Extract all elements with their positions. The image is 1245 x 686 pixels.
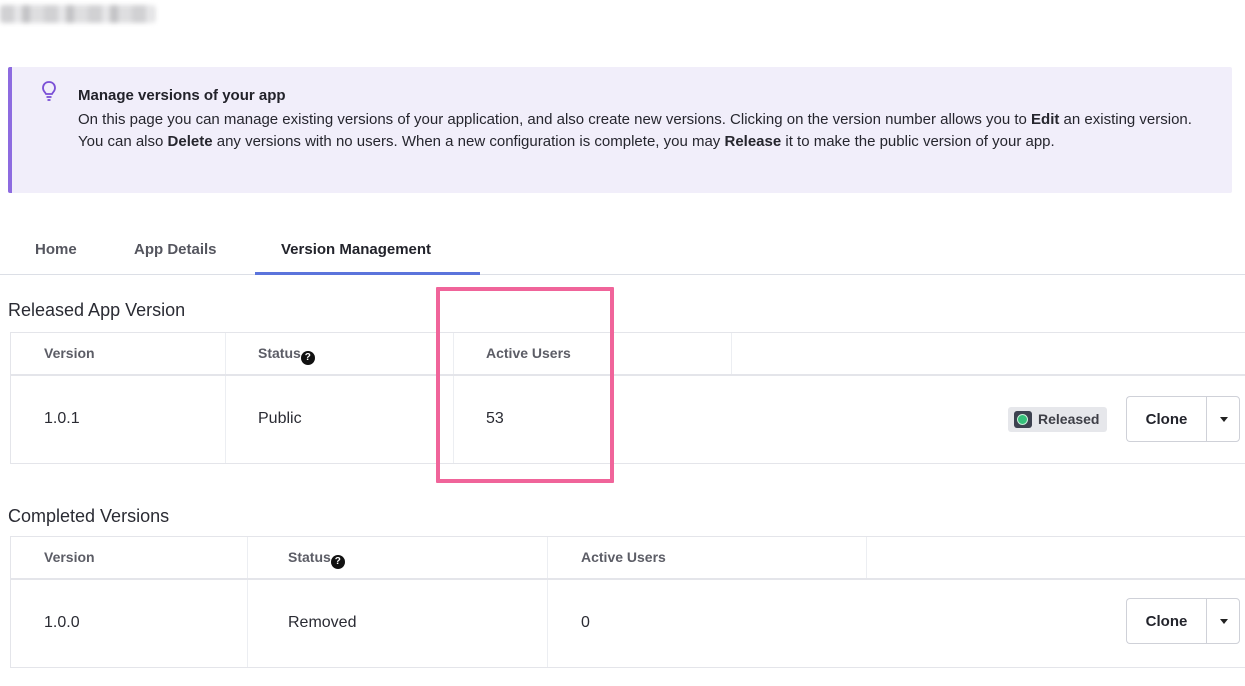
clone-button[interactable]: Clone [1126,598,1206,644]
info-banner: Manage versions of your app On this page… [8,67,1232,193]
banner-bold-edit: Edit [1031,111,1060,128]
lightbulb-icon [42,81,56,101]
app-title-redacted [0,5,155,23]
status-value: Public [258,410,302,427]
released-section-title: Released App Version [8,300,186,320]
banner-bold-release: Release [724,133,782,150]
clone-button-group: Clone [1126,396,1240,442]
table-header: Version Status? Active Users [11,536,1245,580]
help-icon[interactable]: ? [330,555,345,569]
caret-down-icon [1220,619,1228,624]
clone-button[interactable]: Clone [1126,396,1206,442]
status-dot-icon [1014,411,1032,428]
released-versions-table: Version Status? Active Users 1.0.1 Publi… [10,332,1245,464]
active-users-value: 0 [581,614,590,631]
column-header-version: Version [44,345,95,361]
clone-dropdown-toggle[interactable] [1206,598,1240,644]
tab-home[interactable]: Home [35,241,77,258]
help-icon[interactable]: ? [300,351,315,365]
version-number-link[interactable]: 1.0.0 [44,614,80,632]
caret-down-icon [1220,417,1228,422]
column-header-version: Version [44,549,95,565]
column-header-active-users: Active Users [581,549,666,565]
clone-button-group: Clone [1126,598,1240,644]
version-number-link[interactable]: 1.0.1 [44,410,80,428]
active-users-value: 53 [486,410,504,427]
clone-dropdown-toggle[interactable] [1206,396,1240,442]
active-tab-indicator [255,272,480,275]
banner-description: On this page you can manage existing ver… [78,111,1192,150]
status-value: Removed [288,614,357,631]
completed-section-title: Completed Versions [8,506,170,526]
banner-title: Manage versions of your app [78,87,286,104]
column-header-active-users: Active Users [486,345,571,361]
table-row: 1.0.0 Removed 0 Clone [11,580,1245,668]
column-header-status: Status? [288,549,345,569]
table-row: 1.0.1 Public 53 Released Clone [11,376,1245,464]
column-header-status: Status? [258,345,315,365]
banner-bold-delete: Delete [167,133,213,150]
tab-app-details[interactable]: App Details [134,241,217,258]
completed-versions-table: Version Status? Active Users 1.0.0 Remov… [10,536,1245,668]
tab-version-management[interactable]: Version Management [281,241,431,258]
released-badge: Released [1008,407,1108,432]
tab-bar: Home App Details Version Management [0,228,1245,275]
table-header: Version Status? Active Users [11,332,1245,376]
